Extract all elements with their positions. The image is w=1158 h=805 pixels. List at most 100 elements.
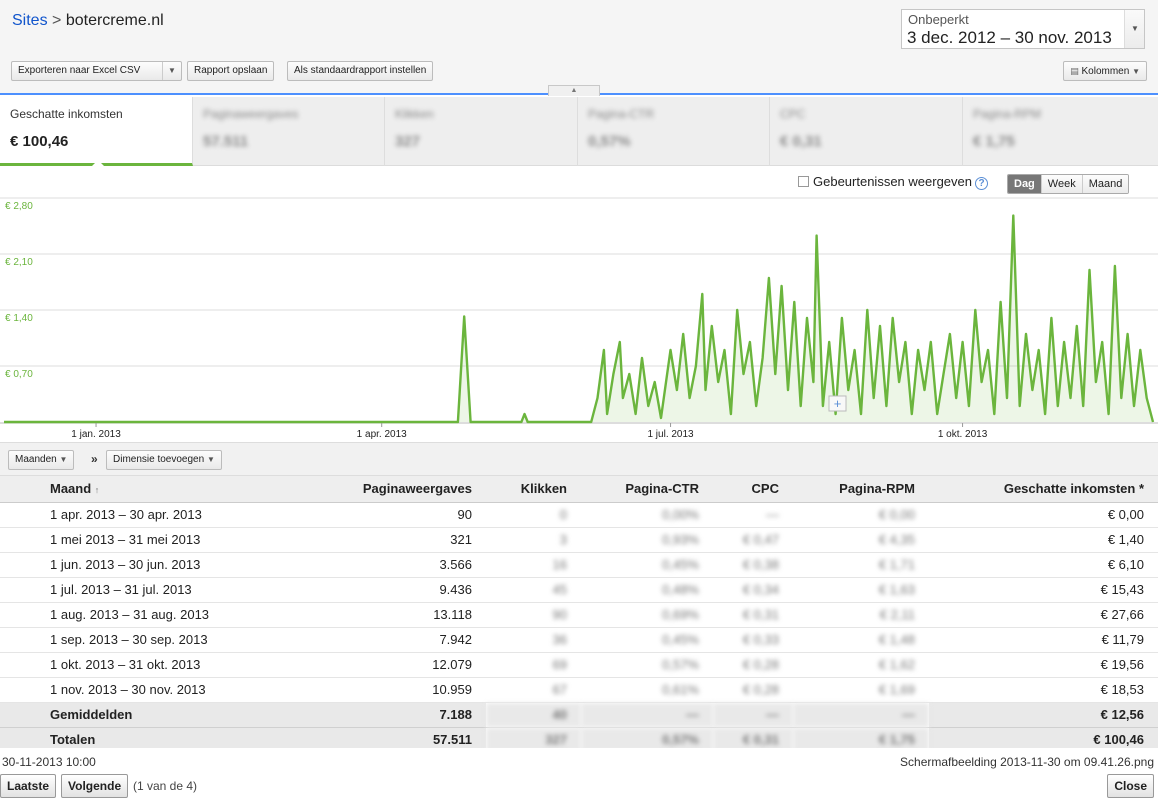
cell-page-rpm: € 2,11 [793, 602, 929, 628]
cell-clicks: 36 [486, 627, 581, 653]
cell-estimated-earnings: € 18,53 [929, 677, 1158, 703]
cell-month: 1 sep. 2013 – 30 sep. 2013 [0, 627, 280, 653]
columns-icon: ▤ [1070, 66, 1079, 76]
earnings-chart-panel: Gebeurtenissen weergeven? Dag Week Maand… [0, 166, 1158, 442]
column-header-month[interactable]: Maand ↑ [0, 476, 280, 503]
cell-clicks: 0 [486, 502, 581, 528]
cell-cpc: € 0,28 [713, 652, 793, 678]
cell-page-rpm: — [793, 702, 929, 728]
date-range-dropdown[interactable]: ▼ [1124, 10, 1144, 48]
cell-page-ctr: 0,45% [581, 552, 713, 578]
cell-month: 1 jun. 2013 – 30 jun. 2013 [0, 552, 280, 578]
y-tick-label: € 2,80 [5, 201, 33, 212]
chevron-down-icon: ▼ [59, 455, 68, 464]
export-csv-label: Exporteren naar Excel CSV [18, 65, 141, 76]
cell-page-ctr: 0,69% [581, 602, 713, 628]
metric-clicks[interactable]: Klikken 327 [385, 97, 578, 166]
report-header: Sites > botercreme.nl Onbeperkt 3 dec. 2… [0, 0, 1158, 95]
cell-pageviews: 12.079 [280, 652, 486, 678]
cell-cpc: € 0,31 [713, 602, 793, 628]
cell-estimated-earnings: € 12,56 [929, 702, 1158, 728]
cell-estimated-earnings: € 11,79 [929, 627, 1158, 653]
x-tick-label: 1 jul. 2013 [647, 429, 694, 440]
metric-value: € 0,31 [780, 133, 822, 150]
date-range-picker[interactable]: Onbeperkt 3 dec. 2012 – 30 nov. 2013 ▼ [901, 9, 1145, 49]
table-row: 1 jun. 2013 – 30 jun. 2013 3.566 16 0,45% € … [0, 552, 1158, 578]
cell-page-ctr: 0,93% [581, 527, 713, 553]
column-header-page-rpm[interactable]: Pagina-RPM [793, 476, 929, 503]
cell-page-rpm: € 4,35 [793, 527, 929, 553]
close-button[interactable]: Close [1107, 774, 1154, 798]
metric-value: € 100,46 [10, 133, 69, 150]
add-annotation-button[interactable]: + [828, 395, 847, 412]
cell-pageviews: 7.942 [280, 627, 486, 653]
date-range-value: 3 dec. 2012 – 30 nov. 2013 [907, 28, 1112, 47]
export-dropdown-button[interactable]: ▼ [162, 62, 181, 80]
cell-month: 1 apr. 2013 – 30 apr. 2013 [0, 502, 280, 528]
add-dimension-dropdown[interactable]: Dimensie toevoegen ▼ [106, 450, 222, 470]
column-header-cpc[interactable]: CPC [713, 476, 793, 503]
chevron-down-icon: ▼ [1132, 67, 1140, 76]
table-row: 1 jul. 2013 – 31 jul. 2013 9.436 45 0,48% € … [0, 577, 1158, 603]
metric-value: 327 [395, 133, 421, 150]
chevron-up-icon: ▲ [570, 87, 578, 94]
cell-cpc: € 0,33 [713, 627, 793, 653]
y-axis-labels: € 2,80 € 2,10 € 1,40 € 0,70 [5, 201, 33, 380]
save-report-button[interactable]: Rapport opslaan [187, 61, 275, 81]
breadcrumb-site: botercreme.nl [65, 12, 164, 29]
x-tick-label: 1 apr. 2013 [357, 429, 407, 440]
metric-cpc[interactable]: CPC € 0,31 [770, 97, 963, 166]
metric-name: Pagina-RPM [973, 107, 1042, 121]
metric-page-rpm[interactable]: Pagina-RPM € 1,75 [963, 97, 1158, 166]
dimension-months-dropdown[interactable]: Maanden ▼ [8, 450, 75, 470]
last-button[interactable]: Laatste [0, 774, 57, 798]
column-header-clicks[interactable]: Klikken [486, 476, 581, 503]
cell-clicks: 67 [486, 677, 581, 703]
cell-estimated-earnings: € 19,56 [929, 652, 1158, 678]
cell-cpc: € 0,34 [713, 577, 793, 603]
metric-name: Geschatte inkomsten [10, 107, 123, 121]
cell-clicks: 3 [486, 527, 581, 553]
dimension-separator: » [91, 452, 98, 466]
breadcrumb-separator: > [52, 12, 62, 29]
column-header-pageviews[interactable]: Paginaweergaves [280, 476, 486, 503]
metric-pageviews[interactable]: Paginaweergaves 57.511 [193, 97, 385, 166]
breadcrumb-sites-link[interactable]: Sites [12, 12, 48, 29]
earnings-area-fill [4, 215, 1153, 422]
cell-month: 1 jul. 2013 – 31 jul. 2013 [0, 577, 280, 603]
y-tick-label: € 0,70 [5, 369, 33, 380]
cell-clicks: 45 [486, 577, 581, 603]
cell-month: 1 mei 2013 – 31 mei 2013 [0, 527, 280, 553]
x-tick-label: 1 jan. 2013 [71, 429, 121, 440]
cell-month: 1 aug. 2013 – 31 aug. 2013 [0, 602, 280, 628]
cell-month: 1 okt. 2013 – 31 okt. 2013 [0, 652, 280, 678]
cell-page-ctr: 0,61% [581, 677, 713, 703]
earnings-line-chart: € 2,80 € 2,10 € 1,40 € 0,70 1 jan. 2013 1 ap… [0, 197, 1158, 440]
cell-page-ctr: 0,00% [581, 502, 713, 528]
cell-page-rpm: € 0,00 [793, 502, 929, 528]
cell-page-rpm: € 1,71 [793, 552, 929, 578]
cell-cpc: € 0,38 [713, 552, 793, 578]
metric-name: Paginaweergaves [203, 107, 299, 121]
collapse-header-toggle[interactable]: ▲ [548, 85, 600, 96]
cell-clicks: 90 [486, 602, 581, 628]
export-csv-button[interactable]: Exporteren naar Excel CSV ▼ [11, 61, 182, 81]
next-button[interactable]: Volgende [61, 774, 129, 798]
cell-cpc: € 0,28 [713, 677, 793, 703]
column-header-estimated-earnings[interactable]: Geschatte inkomsten * [929, 476, 1158, 503]
cell-cpc: — [713, 702, 793, 728]
cell-page-ctr: 0,57% [581, 652, 713, 678]
cell-clicks: 16 [486, 552, 581, 578]
metric-estimated-earnings[interactable]: Geschatte inkomsten € 100,46 [0, 97, 193, 166]
set-default-report-button[interactable]: Als standaardrapport instellen [287, 61, 434, 81]
column-header-page-ctr[interactable]: Pagina-CTR [581, 476, 713, 503]
cell-pageviews: 10.959 [280, 677, 486, 703]
cell-estimated-earnings: € 6,10 [929, 552, 1158, 578]
columns-button[interactable]: ▤ Kolommen ▼ [1063, 61, 1147, 81]
table-header-row: Maand ↑ Paginaweergaves Klikken Pagina-C… [0, 476, 1158, 503]
metric-page-ctr[interactable]: Pagina-CTR 0,57% [578, 97, 770, 166]
add-dimension-label: Dimensie toevoegen [113, 454, 205, 465]
chevron-down-icon: ▼ [206, 455, 215, 464]
cell-page-rpm: € 1,62 [793, 652, 929, 678]
date-range-label: Onbeperkt [908, 12, 969, 27]
